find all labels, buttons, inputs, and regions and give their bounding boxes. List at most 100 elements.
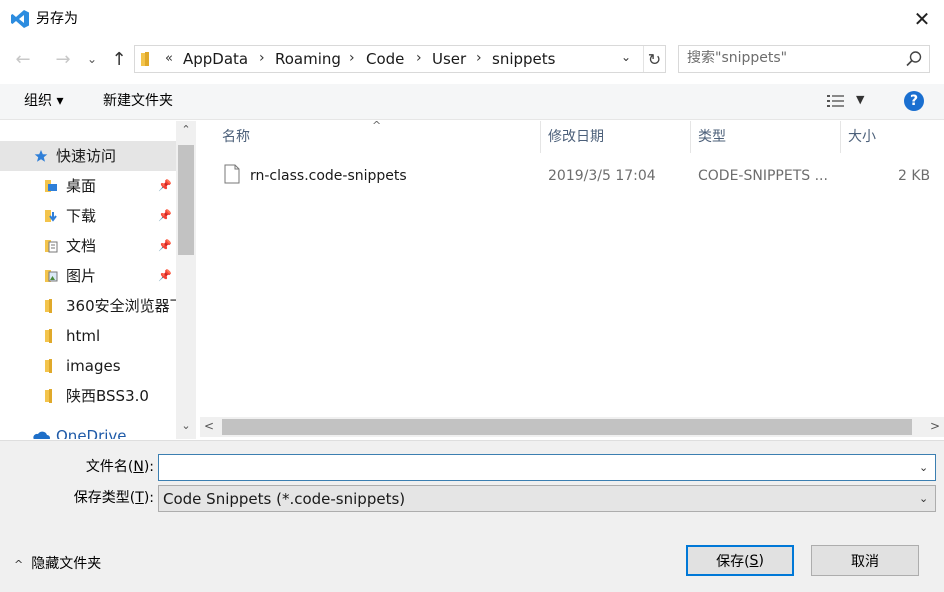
column-divider[interactable] xyxy=(540,121,541,153)
scroll-left-icon[interactable]: < xyxy=(200,419,218,435)
scrollbar-thumb[interactable] xyxy=(222,419,912,435)
breadcrumb-code[interactable]: Code xyxy=(366,50,404,68)
chevron-down-icon: ⌄ xyxy=(86,52,98,66)
filetype-label: 保存类型(T): xyxy=(73,490,154,506)
hide-folders-toggle[interactable]: ^ 隐藏文件夹 xyxy=(14,555,101,574)
breadcrumb-separator[interactable]: › xyxy=(476,49,482,67)
breadcrumb-separator[interactable]: › xyxy=(416,49,422,67)
pin-icon[interactable]: 📌 xyxy=(158,239,172,252)
sidebar-scrollbar[interactable]: ⌃ ⌄ xyxy=(176,121,196,439)
filename-input[interactable] xyxy=(163,458,903,474)
sidebar-item-label: html xyxy=(66,327,101,345)
sidebar-item-quick-access[interactable]: 快速访问 xyxy=(0,141,176,171)
breadcrumb-appdata[interactable]: AppData xyxy=(183,50,248,68)
file-type: CODE-SNIPPETS ... xyxy=(698,168,828,184)
breadcrumb-separator[interactable]: › xyxy=(259,49,265,67)
file-icon xyxy=(224,164,240,184)
forward-button[interactable]: → xyxy=(50,46,76,72)
sidebar-item-label: OneDrive xyxy=(56,427,127,439)
help-button[interactable]: ? xyxy=(904,91,924,111)
chevron-down-icon[interactable]: ⌄ xyxy=(919,492,928,505)
pin-icon[interactable]: 📌 xyxy=(158,179,172,192)
breadcrumb-snippets[interactable]: snippets xyxy=(492,50,555,68)
breadcrumb-roaming[interactable]: Roaming xyxy=(275,50,341,68)
save-form: 文件名(N): ⌄ 保存类型(T): Code Snippets (*.code… xyxy=(0,440,944,592)
refresh-button[interactable]: ↻ xyxy=(643,46,665,72)
file-modified: 2019/3/5 17:04 xyxy=(548,168,656,184)
file-size: 2 KB xyxy=(898,168,931,184)
folder-icon xyxy=(45,389,52,403)
title-bar: 另存为 ✕ xyxy=(0,0,944,38)
column-header-name[interactable]: 名称 xyxy=(222,121,538,153)
hide-folders-label: 隐藏文件夹 xyxy=(31,556,102,572)
forward-arrow-icon: → xyxy=(55,48,71,70)
documents-folder-icon xyxy=(45,240,58,253)
sidebar-item-documents[interactable]: 文档 📌 xyxy=(0,231,176,261)
sidebar-item-desktop[interactable]: 桌面 📌 xyxy=(0,171,176,201)
pin-icon[interactable]: 📌 xyxy=(158,269,172,282)
scroll-up-icon[interactable]: ⌃ xyxy=(176,123,196,139)
sidebar-item-onedrive[interactable]: OneDrive xyxy=(0,425,176,439)
organize-menu-button[interactable]: 组织 ▾ xyxy=(24,92,63,110)
sidebar-item-html[interactable]: html xyxy=(0,321,176,351)
sidebar-item-label: 下载 xyxy=(66,207,97,225)
back-button[interactable]: ← xyxy=(10,46,36,72)
back-arrow-icon: ← xyxy=(15,48,31,70)
up-arrow-icon: ↑ xyxy=(111,48,127,70)
breadcrumb-separator[interactable]: › xyxy=(349,49,355,67)
file-list: ^ 名称 修改日期 类型 大小 rn-class.code-snippets 2… xyxy=(196,119,944,439)
sidebar-item-label: 图片 xyxy=(66,267,97,285)
sidebar-item-360-browser[interactable]: 360安全浏览器下 xyxy=(0,291,176,321)
column-divider[interactable] xyxy=(690,121,691,153)
recent-locations-button[interactable]: ⌄ xyxy=(82,46,102,72)
sidebar-item-downloads[interactable]: 下载 📌 xyxy=(0,201,176,231)
scrollbar-thumb[interactable] xyxy=(178,145,194,255)
save-button[interactable]: 保存(S) xyxy=(686,545,794,576)
sidebar-item-images[interactable]: images xyxy=(0,351,176,381)
filetype-select[interactable]: Code Snippets (*.code-snippets) ⌄ xyxy=(158,485,936,512)
desktop-folder-icon xyxy=(45,180,57,192)
scroll-right-icon[interactable]: > xyxy=(926,419,944,435)
navigation-pane: 快速访问 桌面 📌 下载 📌 文档 📌 图片 📌 360安全浏览器下 html … xyxy=(0,121,196,439)
chevron-down-icon[interactable]: ⌄ xyxy=(919,461,928,474)
search-icon[interactable] xyxy=(905,50,923,68)
pictures-folder-icon xyxy=(45,270,58,282)
onedrive-cloud-icon xyxy=(33,431,50,439)
vscode-app-icon xyxy=(11,10,29,28)
column-header-type[interactable]: 类型 xyxy=(698,121,838,153)
folder-icon xyxy=(141,52,149,66)
breadcrumb-user[interactable]: User xyxy=(432,50,466,68)
horizontal-scrollbar[interactable]: < > xyxy=(200,417,944,437)
sidebar-item-pictures[interactable]: 图片 📌 xyxy=(0,261,176,291)
address-bar[interactable]: « AppData › Roaming › Code › User › snip… xyxy=(134,45,666,73)
sidebar-item-shaanxi-bss[interactable]: 陕西BSS3.0 xyxy=(0,381,176,411)
address-dropdown-icon[interactable]: ⌄ xyxy=(621,50,631,64)
view-dropdown-icon[interactable]: ▼ xyxy=(856,93,864,106)
view-options-icon[interactable] xyxy=(826,93,846,109)
new-folder-button[interactable]: 新建文件夹 xyxy=(103,92,173,110)
window-title: 另存为 xyxy=(36,11,78,27)
sidebar-item-label: 陕西BSS3.0 xyxy=(66,387,149,405)
download-folder-icon xyxy=(45,210,57,222)
breadcrumb-overflow[interactable]: « xyxy=(165,50,173,68)
sidebar-item-label: 桌面 xyxy=(66,177,97,195)
column-header-modified[interactable]: 修改日期 xyxy=(548,121,688,153)
search-box[interactable] xyxy=(678,45,930,73)
chevron-up-icon: ^ xyxy=(14,558,24,571)
column-divider[interactable] xyxy=(840,121,841,153)
folder-icon xyxy=(45,299,52,313)
filename-label: 文件名(N): xyxy=(85,459,154,475)
close-button[interactable]: ✕ xyxy=(900,0,944,38)
cancel-button[interactable]: 取消 xyxy=(811,545,919,576)
filename-combobox[interactable]: ⌄ xyxy=(158,454,936,481)
search-input[interactable] xyxy=(687,50,897,66)
up-button[interactable]: ↑ xyxy=(106,46,132,72)
folder-icon xyxy=(45,359,52,373)
sidebar-item-label: 360安全浏览器下 xyxy=(66,297,176,315)
scroll-down-icon[interactable]: ⌄ xyxy=(176,419,196,435)
pin-icon[interactable]: 📌 xyxy=(158,209,172,222)
file-row[interactable]: rn-class.code-snippets 2019/3/5 17:04 CO… xyxy=(218,163,944,189)
column-header-size[interactable]: 大小 xyxy=(848,121,928,153)
star-icon xyxy=(34,150,48,162)
file-name: rn-class.code-snippets xyxy=(250,168,407,184)
